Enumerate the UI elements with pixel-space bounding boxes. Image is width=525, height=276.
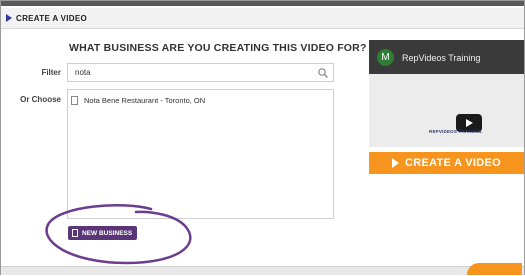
filter-input[interactable]: nota (67, 63, 334, 82)
bottom-strip (1, 266, 524, 275)
video-panel[interactable]: M RepVideos Training REPVIDEOS TRAINING (369, 40, 524, 147)
filter-label: Filter (41, 68, 61, 77)
video-header: M RepVideos Training (369, 40, 524, 74)
list-item[interactable]: Nota Bene Restaurant - Toronto, ON (71, 96, 205, 105)
play-icon (391, 158, 399, 168)
collapse-arrow-icon[interactable] (6, 14, 12, 22)
dialog-header: CREATE A VIDEO (1, 8, 524, 29)
business-name[interactable]: Nota Bene Restaurant - Toronto, ON (84, 96, 205, 105)
avatar: M (377, 49, 394, 66)
window-frame: CREATE A VIDEO WHAT BUSINESS ARE YOU CRE… (0, 0, 525, 275)
decorative-corner (467, 263, 522, 275)
document-icon (71, 96, 78, 105)
new-business-button[interactable]: NEW BUSINESS (68, 226, 137, 240)
play-icon (466, 119, 473, 127)
search-icon[interactable] (317, 67, 329, 79)
choose-label: Or Choose (20, 95, 61, 104)
create-video-label: CREATE A VIDEO (404, 157, 502, 169)
video-caption: REPVIDEOS TRAINING (429, 129, 482, 134)
video-thumbnail[interactable]: REPVIDEOS TRAINING (369, 74, 524, 147)
document-icon (72, 229, 78, 237)
dialog-title: CREATE A VIDEO (16, 13, 88, 23)
video-title[interactable]: RepVideos Training (402, 53, 480, 63)
new-business-label: NEW BUSINESS (82, 229, 133, 237)
create-video-button[interactable]: CREATE A VIDEO (369, 152, 524, 174)
top-strip (1, 1, 524, 6)
filter-input-value[interactable]: nota (75, 68, 317, 77)
page-heading: WHAT BUSINESS ARE YOU CREATING THIS VIDE… (69, 42, 367, 54)
business-list: Nota Bene Restaurant - Toronto, ON (67, 89, 334, 219)
